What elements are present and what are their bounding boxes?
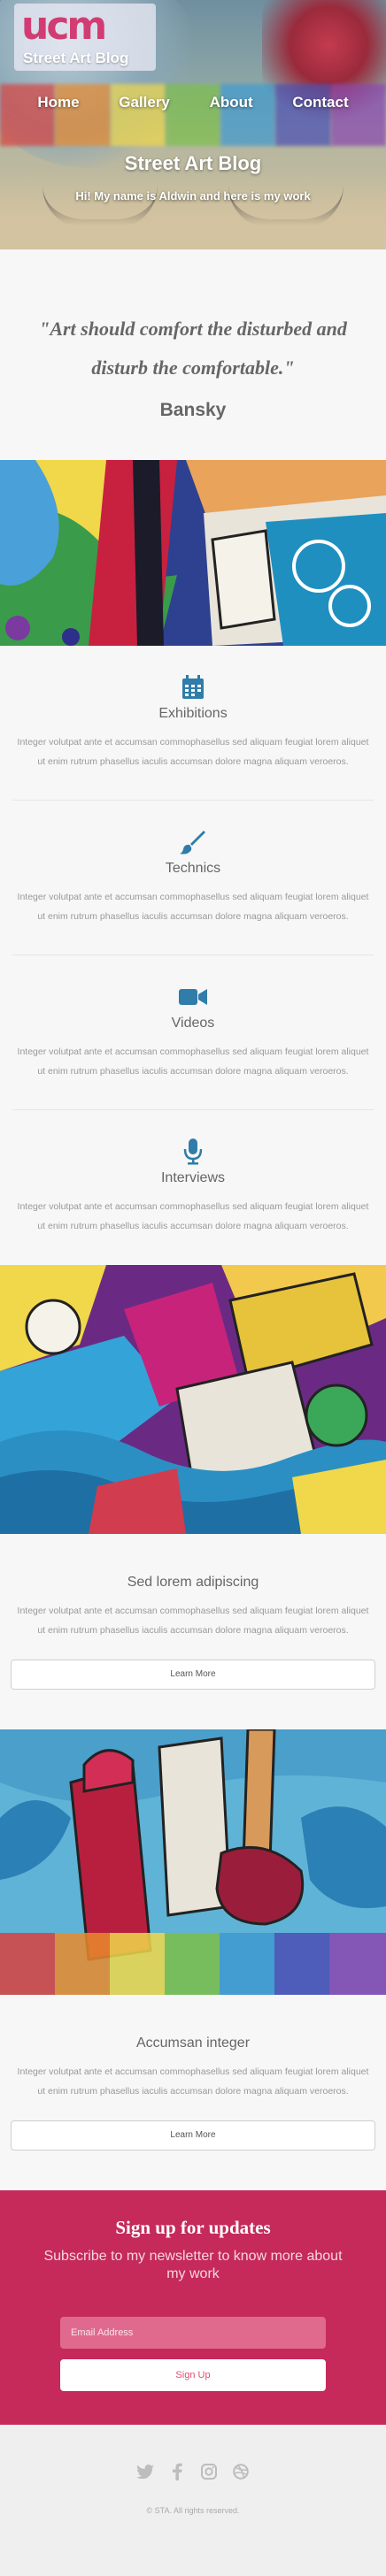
feature-title: Exhibitions bbox=[158, 706, 228, 721]
post-section: Accumsan integer Integer volutpat ante e… bbox=[0, 1995, 386, 2190]
calendar-icon bbox=[12, 672, 374, 702]
learn-more-button[interactable]: Learn More bbox=[11, 1660, 375, 1690]
quote-section: "Art should comfort the disturbed and di… bbox=[0, 249, 386, 460]
quote-text: "Art should comfort the disturbed and di… bbox=[39, 318, 347, 379]
hero-art-shape bbox=[0, 170, 386, 249]
art-image bbox=[0, 1265, 386, 1534]
art-image-graphic bbox=[0, 460, 386, 646]
sign-up-button[interactable]: Sign Up bbox=[60, 2359, 326, 2391]
feature-title: Interviews bbox=[160, 1170, 226, 1185]
hero-subtitle: Hi! My name is Aldwin and here is my wor… bbox=[75, 189, 311, 203]
nav-about[interactable]: About bbox=[210, 94, 253, 111]
art-image-graphic bbox=[0, 1729, 386, 1995]
main-nav: Home Gallery About Contact bbox=[0, 94, 386, 111]
nav-gallery[interactable]: Gallery bbox=[119, 94, 170, 111]
post-title: Accumsan integer bbox=[135, 2036, 251, 2051]
feature-item: Exhibitions Integer volutpat ante et acc… bbox=[12, 646, 374, 801]
signup-subtitle: Subscribe to my newsletter to know more … bbox=[43, 2249, 343, 2281]
feature-item: Technics Integer volutpat ante et accums… bbox=[12, 801, 374, 955]
feature-item: Interviews Integer volutpat ante et accu… bbox=[12, 1110, 374, 1265]
feature-text: Integer volutpat ante et accumsan commop… bbox=[17, 737, 369, 767]
logo-mark: ucm bbox=[21, 4, 107, 49]
post-section: Sed lorem adipiscing Integer volutpat an… bbox=[0, 1534, 386, 1729]
feature-title: Videos bbox=[171, 1016, 215, 1031]
art-image bbox=[0, 460, 386, 646]
post-text: Integer volutpat ante et accumsan commop… bbox=[17, 2066, 369, 2097]
twitter-icon[interactable] bbox=[135, 2462, 155, 2481]
nav-home[interactable]: Home bbox=[37, 94, 79, 111]
page: ucm Street Art Blog Home Gallery About C… bbox=[0, 0, 386, 2576]
feature-item: Videos Integer volutpat ante et accumsan… bbox=[12, 955, 374, 1110]
brush-icon bbox=[12, 827, 374, 857]
feature-text: Integer volutpat ante et accumsan commop… bbox=[17, 1201, 369, 1231]
video-camera-icon bbox=[12, 982, 374, 1012]
social-links bbox=[0, 2462, 386, 2481]
facebook-icon[interactable] bbox=[167, 2462, 187, 2481]
email-field[interactable] bbox=[60, 2317, 326, 2349]
signup-section: Sign up for updates Subscribe to my news… bbox=[0, 2190, 386, 2425]
site-logo[interactable]: ucm Street Art Blog bbox=[14, 4, 156, 71]
footer: © STA. All rights reserved. bbox=[0, 2425, 386, 2576]
art-image-graphic bbox=[0, 1265, 386, 1534]
features-section: Exhibitions Integer volutpat ante et acc… bbox=[0, 646, 386, 1265]
post-text: Integer volutpat ante et accumsan commop… bbox=[17, 1606, 369, 1636]
microphone-icon bbox=[12, 1137, 374, 1167]
instagram-icon[interactable] bbox=[199, 2462, 219, 2481]
feature-text: Integer volutpat ante et accumsan commop… bbox=[17, 892, 369, 922]
feature-title: Technics bbox=[165, 861, 221, 876]
dribbble-icon[interactable] bbox=[231, 2462, 251, 2481]
hero-title: Street Art Blog bbox=[124, 152, 262, 174]
post-title: Sed lorem adipiscing bbox=[127, 1575, 259, 1590]
quote-author: Bansky bbox=[159, 400, 227, 420]
logo-name: Street Art Blog bbox=[23, 50, 129, 66]
feature-text: Integer volutpat ante et accumsan commop… bbox=[17, 1046, 369, 1077]
learn-more-button[interactable]: Learn More bbox=[11, 2120, 375, 2150]
nav-contact[interactable]: Contact bbox=[292, 94, 348, 111]
copyright-text: © STA. All rights reserved. bbox=[146, 2506, 240, 2515]
art-image bbox=[0, 1729, 386, 1995]
hero-banner: ucm Street Art Blog Home Gallery About C… bbox=[0, 0, 386, 249]
signup-title: Sign up for updates bbox=[115, 2217, 271, 2238]
